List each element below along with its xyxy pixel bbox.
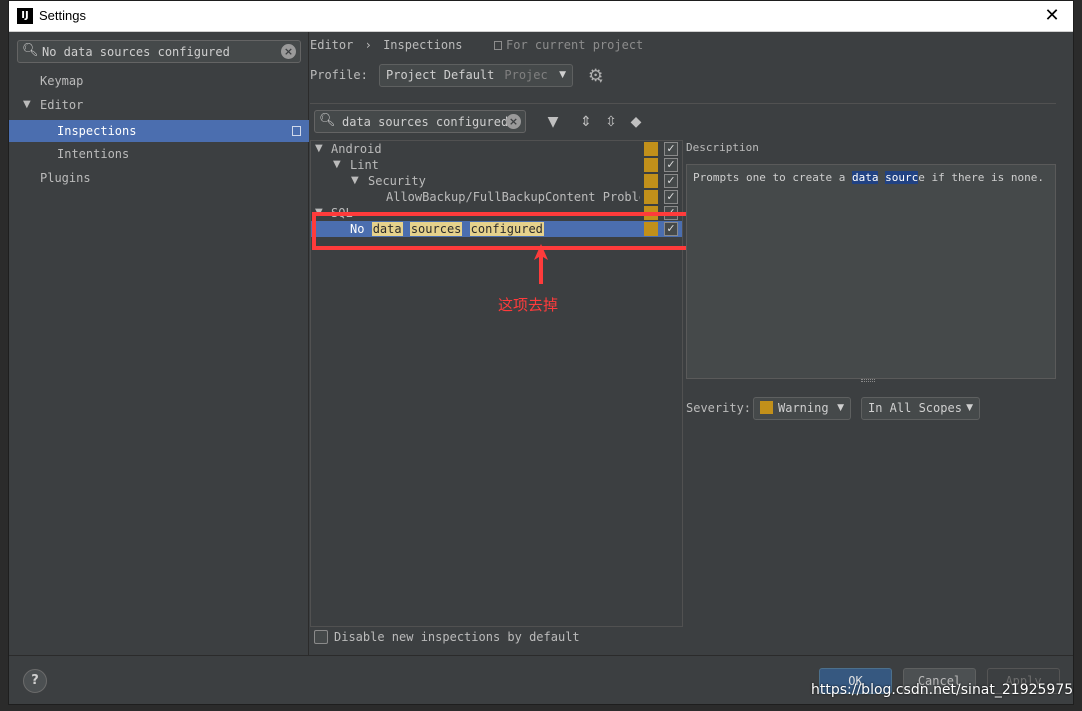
inspection-filter-value: data sources configured (342, 115, 509, 129)
clear-search-icon[interactable]: × (281, 44, 296, 59)
settings-nav-panel: 🔍︎ No data sources configured × Keymap ▼… (9, 32, 309, 656)
settings-search-value: No data sources configured (42, 45, 230, 59)
profile-value: Project Default (386, 68, 495, 82)
disable-new-inspections-checkbox[interactable] (314, 630, 328, 644)
tree-row-android[interactable]: ▼ Android ✓ (311, 141, 682, 157)
breadcrumb-root[interactable]: Editor (310, 38, 353, 52)
expanded-arrow-icon[interactable]: ▼ (333, 157, 341, 173)
nav-item-label: Inspections (57, 124, 137, 138)
expanded-arrow-icon[interactable]: ▼ (351, 173, 359, 189)
breadcrumb: Editor › Inspections (310, 38, 463, 52)
help-button[interactable]: ? (23, 669, 47, 693)
window-title: Settings (39, 8, 86, 23)
disable-new-inspections-option[interactable]: Disable new inspections by default (314, 628, 580, 646)
expand-all-icon[interactable]: ⇕ (576, 112, 596, 132)
annotation-highlight-box (312, 212, 702, 250)
nav-item-keymap[interactable]: Keymap (9, 70, 309, 92)
description-title: Description (686, 141, 759, 154)
description-panel: Prompts one to create a data source if t… (686, 164, 1056, 379)
profile-label: Profile: (310, 68, 368, 82)
severity-label: Severity: (686, 401, 752, 415)
tree-row-security[interactable]: ▼ Security ✓ (311, 173, 682, 189)
background-editor-right (1074, 0, 1082, 711)
chevron-down-icon: ▼ (966, 403, 973, 413)
project-scope-icon (292, 126, 301, 136)
chevron-down-icon: ▼ (837, 403, 844, 413)
enabled-checkbox[interactable]: ✓ (664, 174, 678, 188)
collapse-all-icon[interactable]: ⇳ (601, 112, 621, 132)
intellij-app-icon: IJ (17, 8, 33, 24)
annotation-arrow-icon (534, 244, 548, 284)
enabled-checkbox[interactable]: ✓ (664, 158, 678, 172)
scope-value: In All Scopes (868, 401, 962, 415)
resize-handle[interactable] (861, 379, 875, 382)
filter-icon[interactable]: ▼ (543, 112, 563, 132)
clear-filter-icon[interactable]: × (506, 114, 521, 129)
breadcrumb-separator: › (364, 38, 372, 52)
watermark: https://blog.csdn.net/sinat_21925975 (811, 682, 1074, 698)
severity-value: Warning (778, 401, 829, 415)
background-editor-left (0, 0, 8, 711)
nav-item-label: Keymap (40, 74, 84, 88)
tree-row-label: Android (331, 142, 382, 156)
description-highlight: data (851, 171, 879, 184)
tree-row-allowbackup[interactable]: AllowBackup/FullBackupContent Problem ✓ (311, 189, 682, 205)
expanded-arrow-icon[interactable]: ▼ (315, 141, 323, 157)
tree-row-lint[interactable]: ▼ Lint ✓ (311, 157, 682, 173)
nav-item-editor[interactable]: ▼ Editor (9, 94, 309, 116)
nav-item-label: Editor (40, 98, 84, 112)
description-highlight: sourc (885, 171, 919, 184)
nav-item-plugins[interactable]: Plugins (9, 167, 309, 189)
profile-suffix: Projec (504, 68, 548, 82)
search-icon: 🔍︎ (319, 113, 336, 128)
close-icon[interactable]: ✕ (1041, 5, 1063, 27)
annotation-text: 这项去掉 (498, 296, 559, 314)
warning-severity-icon (644, 190, 658, 204)
warning-severity-icon (760, 401, 773, 414)
profile-dropdown[interactable]: Project Default Projec ▼ (379, 64, 573, 87)
nav-item-label: Intentions (57, 147, 130, 161)
search-icon: 🔍︎ (22, 43, 39, 58)
inspection-filter-input[interactable]: 🔍︎ data sources configured × (314, 110, 526, 133)
gear-icon[interactable]: ⚙ ▾ (588, 66, 603, 86)
project-icon (494, 41, 502, 50)
warning-severity-icon (644, 142, 658, 156)
disable-new-inspections-label: Disable new inspections by default (334, 630, 580, 644)
nav-item-label: Plugins (40, 171, 91, 185)
nav-item-intentions[interactable]: Intentions (9, 143, 309, 165)
scope-note: For current project (494, 38, 643, 52)
warning-severity-icon (644, 174, 658, 188)
background-editor-bottom (0, 705, 1082, 711)
reset-icon[interactable]: ◆ (626, 112, 646, 132)
description-text: Prompts one to create a (693, 171, 852, 184)
title-bar: IJ Settings ✕ (9, 1, 1073, 32)
description-text: e if there is none. (918, 171, 1045, 184)
scope-dropdown[interactable]: In All Scopes ▼ (861, 397, 980, 420)
chevron-down-icon: ▼ (559, 70, 566, 80)
divider (310, 103, 1056, 104)
warning-severity-icon (644, 158, 658, 172)
tree-row-label: AllowBackup/FullBackupContent Problem (386, 190, 640, 204)
enabled-checkbox[interactable]: ✓ (664, 190, 678, 204)
expanded-arrow-icon[interactable]: ▼ (23, 94, 31, 116)
severity-dropdown[interactable]: Warning ▼ (753, 397, 851, 420)
tree-row-label: Security (368, 174, 426, 188)
breadcrumb-current: Inspections (383, 38, 463, 52)
settings-search-input[interactable]: 🔍︎ No data sources configured × (17, 40, 301, 63)
nav-item-inspections[interactable]: Inspections (9, 120, 309, 142)
tree-row-label: Lint (350, 158, 379, 172)
scope-note-text: For current project (506, 38, 644, 52)
enabled-checkbox[interactable]: ✓ (664, 142, 678, 156)
